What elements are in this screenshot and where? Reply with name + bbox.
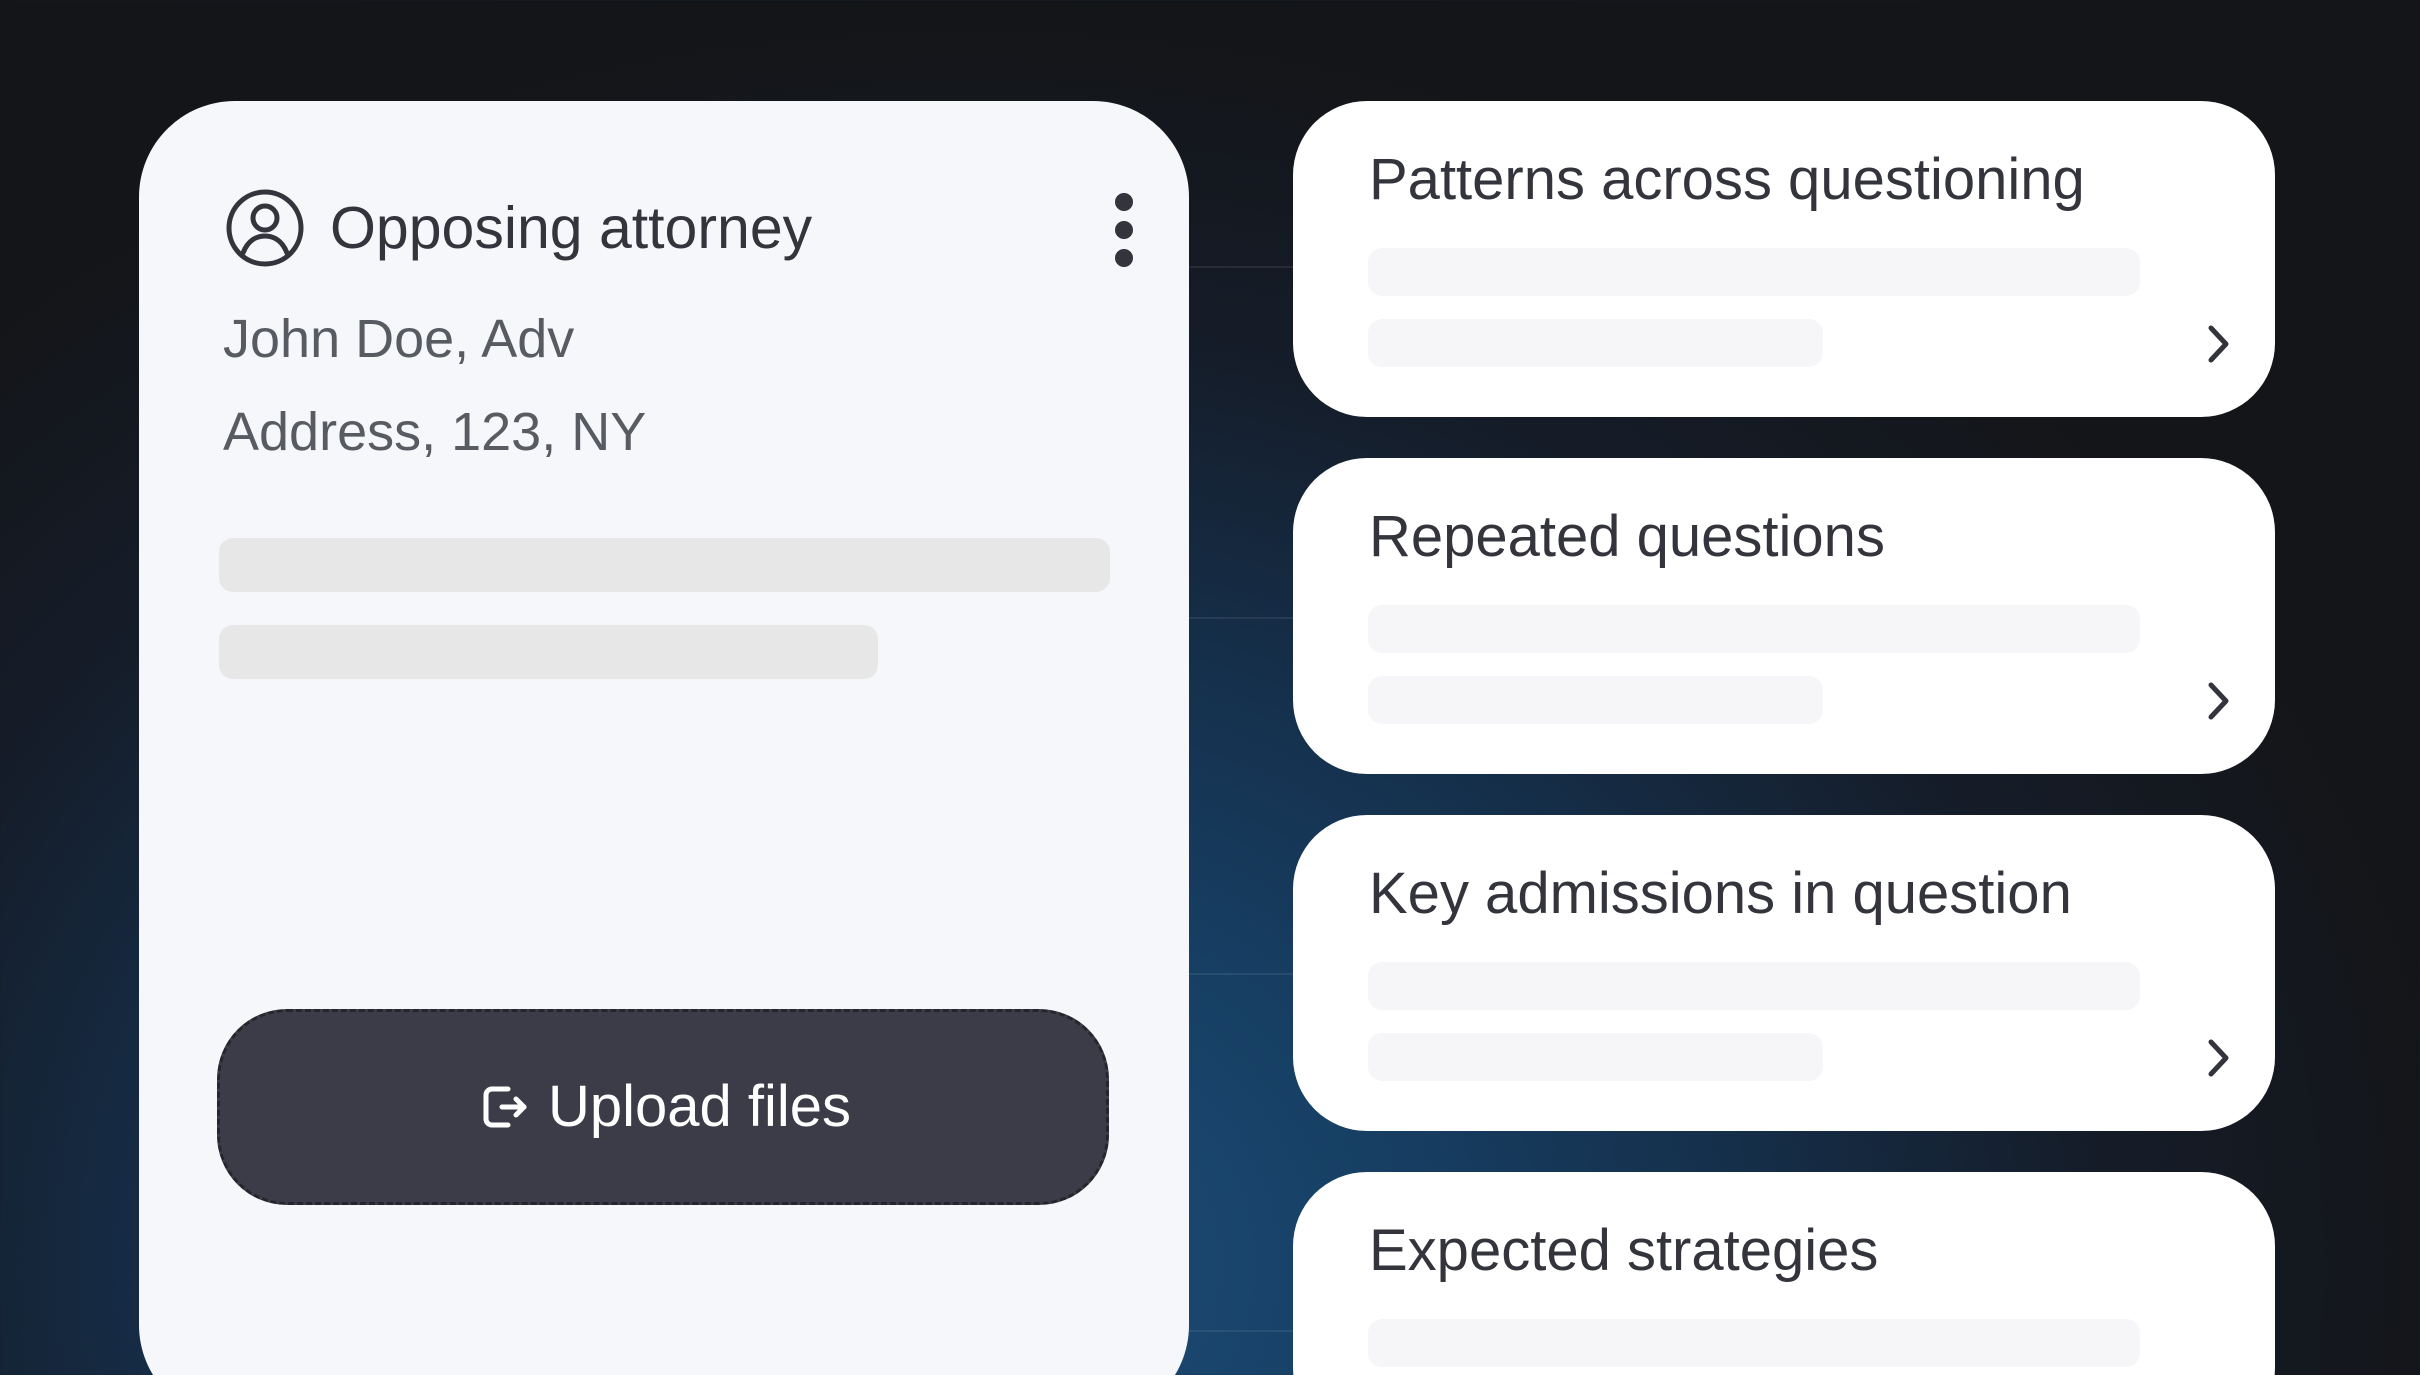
insight-card-repeated-questions[interactable]: Repeated questions [1293, 458, 2275, 774]
insight-card-patterns[interactable]: Patterns across questioning [1293, 101, 2275, 417]
upload-files-button[interactable]: Upload files [217, 1009, 1109, 1205]
profile-header: Opposing attorney [224, 185, 1124, 271]
more-vertical-icon [1115, 249, 1133, 267]
loading-placeholder-line [219, 538, 1110, 592]
loading-placeholder-line [219, 625, 878, 679]
insight-placeholder-line [1368, 962, 2140, 1010]
insight-card-title: Expected strategies [1369, 1218, 1879, 1283]
insight-card-title: Repeated questions [1369, 504, 1885, 569]
chevron-right-icon[interactable] [2193, 676, 2243, 726]
insight-placeholder-line [1368, 248, 2140, 296]
insight-placeholder-line [1368, 605, 2140, 653]
insight-card-key-admissions[interactable]: Key admissions in question [1293, 815, 2275, 1131]
more-vertical-icon [1115, 221, 1133, 239]
chevron-right-icon[interactable] [2193, 319, 2243, 369]
opposing-attorney-card: Opposing attorney John Doe, Adv Address,… [139, 101, 1189, 1375]
upload-file-icon [475, 1077, 535, 1137]
user-circle-icon [224, 187, 306, 269]
attorney-address: Address, 123, NY [223, 402, 647, 462]
more-vertical-icon [1115, 193, 1133, 211]
insight-placeholder-line [1368, 1319, 2140, 1367]
profile-title: Opposing attorney [330, 194, 813, 261]
insight-card-title: Key admissions in question [1369, 861, 2072, 926]
attorney-name: John Doe, Adv [223, 309, 575, 369]
insight-card-title: Patterns across questioning [1369, 147, 2085, 212]
insight-card-expected-strategies[interactable]: Expected strategies [1293, 1172, 2275, 1375]
insight-placeholder-line [1368, 319, 1823, 367]
insight-placeholder-line [1368, 676, 1823, 724]
more-options-button[interactable] [1104, 193, 1144, 267]
chevron-right-icon[interactable] [2193, 1033, 2243, 1083]
upload-files-label: Upload files [547, 1074, 852, 1139]
insight-placeholder-line [1368, 1033, 1823, 1081]
